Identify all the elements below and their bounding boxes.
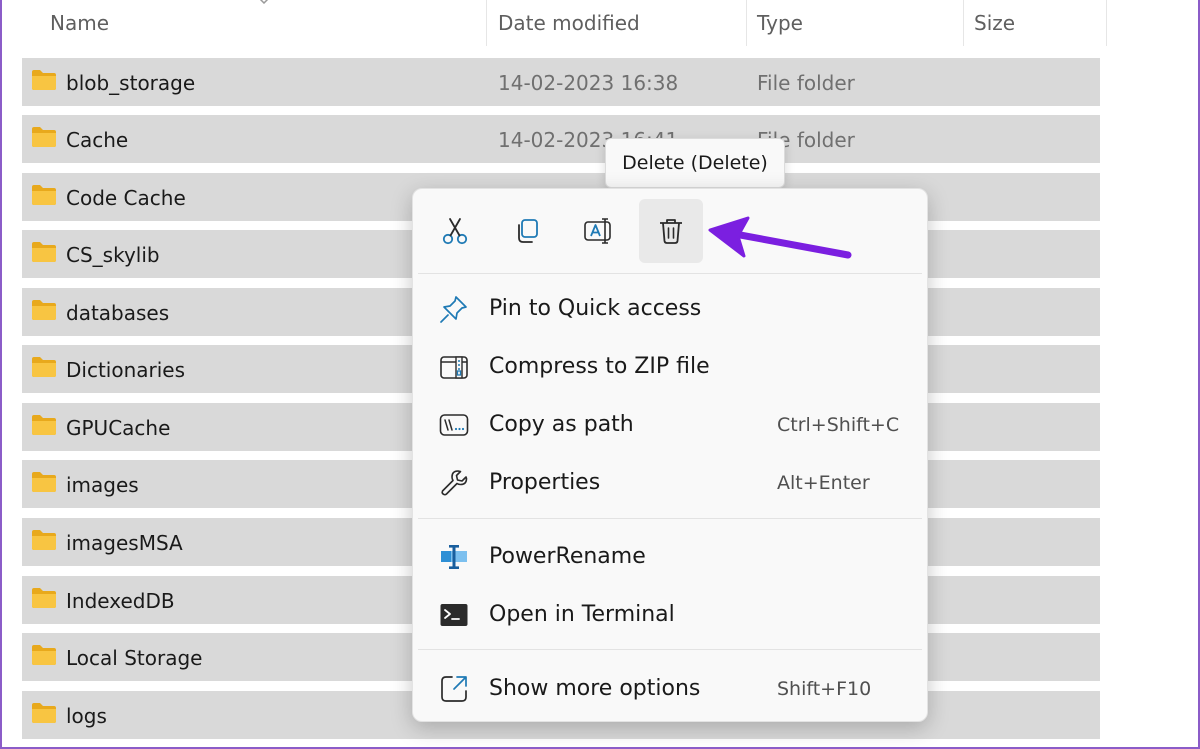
table-row[interactable]: blob_storage 14-02-2023 16:38 File folder	[22, 58, 1100, 106]
delete-tooltip: Delete (Delete)	[605, 138, 785, 188]
menu-item-label: PowerRename	[489, 544, 646, 569]
folder-icon	[32, 588, 56, 608]
folder-icon	[32, 530, 56, 550]
folder-icon	[32, 357, 56, 377]
file-name: GPUCache	[66, 416, 171, 440]
menu-item-shortcut: Ctrl+Shift+C	[777, 414, 900, 436]
file-explorer-window: Name Date modified Type Size blob_storag…	[0, 0, 1200, 749]
file-name: imagesMSA	[66, 531, 183, 555]
menu-item-label: Compress to ZIP file	[489, 354, 710, 379]
file-name: Dictionaries	[66, 358, 186, 382]
file-name: blob_storage	[66, 71, 196, 95]
wrench-icon	[441, 470, 468, 496]
file-name: databases	[66, 301, 170, 325]
file-name: images	[66, 473, 139, 497]
power-rename-icon	[441, 545, 467, 569]
menu-item-open-in-terminal[interactable]: Open in Terminal	[419, 587, 921, 643]
rename-button[interactable]	[567, 199, 631, 263]
pin-icon	[440, 296, 467, 323]
table-row[interactable]: Cache 14-02-2023 16:41 File folder	[22, 115, 1100, 163]
folder-icon	[32, 242, 56, 262]
menu-item-shortcut: Shift+F10	[777, 678, 872, 700]
folder-icon	[32, 703, 56, 723]
file-type: File folder	[757, 71, 855, 95]
menu-separator	[418, 518, 922, 519]
menu-item-label: Show more options	[489, 676, 701, 701]
folder-icon	[32, 127, 56, 147]
cut-button[interactable]	[423, 199, 487, 263]
folder-icon	[32, 300, 56, 320]
scissors-icon	[442, 218, 468, 245]
menu-item-compress-to-zip[interactable]: Compress to ZIP file	[419, 339, 921, 395]
file-name: Local Storage	[66, 646, 203, 670]
menu-item-copy-as-path[interactable]: Copy as path Ctrl+Shift+C	[419, 397, 921, 453]
folder-icon	[32, 472, 56, 492]
column-header-type[interactable]: Type	[747, 0, 963, 46]
zip-icon	[440, 356, 468, 379]
column-header-size[interactable]: Size	[964, 0, 1106, 46]
copy-button[interactable]	[495, 199, 559, 263]
file-date-modified: 14-02-2023 16:38	[498, 71, 679, 95]
folder-icon	[32, 645, 56, 665]
column-header-date-modified[interactable]: Date modified	[488, 0, 746, 46]
folder-icon	[32, 415, 56, 435]
expand-icon	[441, 676, 467, 702]
column-divider[interactable]	[486, 0, 487, 46]
menu-item-properties[interactable]: Properties Alt+Enter	[419, 455, 921, 511]
menu-item-shortcut: Alt+Enter	[777, 472, 870, 494]
menu-item-show-more-options[interactable]: Show more options Shift+F10	[419, 661, 921, 717]
column-header-name[interactable]: Name	[40, 0, 486, 46]
rename-icon	[584, 218, 611, 244]
terminal-icon	[440, 604, 468, 626]
menu-item-powerrename[interactable]: PowerRename	[419, 529, 921, 585]
menu-separator	[418, 273, 922, 274]
delete-button[interactable]	[639, 199, 703, 263]
file-name: IndexedDB	[66, 589, 175, 613]
file-name: Code Cache	[66, 186, 186, 210]
annotation-arrow-icon	[708, 216, 852, 259]
path-icon	[439, 414, 469, 436]
copy-icon	[518, 219, 538, 243]
menu-item-label: Pin to Quick access	[489, 296, 702, 321]
menu-item-label: Open in Terminal	[489, 602, 675, 627]
trash-icon	[660, 219, 682, 244]
folder-icon	[32, 70, 56, 90]
folder-icon	[32, 185, 56, 205]
file-name: logs	[66, 704, 107, 728]
menu-item-pin-to-quick-access[interactable]: Pin to Quick access	[419, 281, 921, 337]
menu-item-label: Copy as path	[489, 412, 634, 437]
menu-item-label: Properties	[489, 470, 601, 495]
file-name: Cache	[66, 128, 129, 152]
file-name: CS_skylib	[66, 243, 160, 267]
menu-separator	[418, 649, 922, 650]
column-divider[interactable]	[1106, 0, 1107, 46]
